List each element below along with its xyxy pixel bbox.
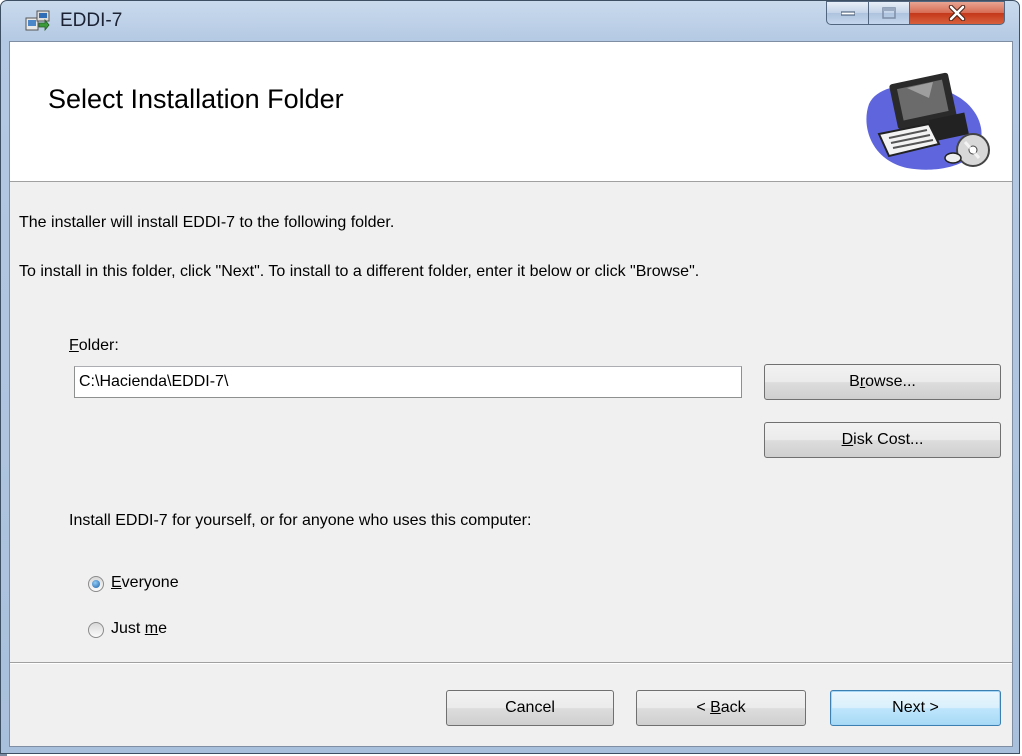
instruction-text: To install in this folder, click "Next".…: [19, 263, 700, 280]
install-scope-text: Install EDDI-7 for yourself, or for anyo…: [69, 512, 532, 529]
dialog-client-area: Select Installation Folder The installer…: [9, 41, 1013, 747]
folder-path-field[interactable]: [74, 366, 742, 398]
installer-app-icon: [25, 10, 50, 32]
computer-install-graphic: [866, 72, 990, 170]
installer-window: EDDI-7 Select Installation Folder The in…: [0, 0, 1020, 754]
close-button[interactable]: [909, 1, 1005, 25]
minimize-button[interactable]: [826, 1, 869, 25]
close-icon: [948, 5, 966, 21]
header-banner: Select Installation Folder: [10, 42, 1012, 182]
browse-button[interactable]: Br owse...: [764, 364, 1001, 400]
maximize-button[interactable]: [868, 1, 910, 25]
minimize-icon: [840, 11, 855, 16]
page-title: Select Installation Folder: [48, 84, 344, 114]
footer-separator: [10, 662, 1012, 664]
intro-text: The installer will install EDDI-7 to the…: [19, 214, 395, 231]
radio-everyone-label[interactable]: Everyone: [111, 574, 179, 592]
window-title: EDDI-7: [60, 10, 123, 31]
radio-just-me-label[interactable]: Just me: [111, 620, 167, 638]
radio-just-me[interactable]: [88, 622, 104, 638]
back-button[interactable]: < Back: [636, 690, 806, 726]
radio-everyone[interactable]: [88, 576, 104, 592]
disk-cost-button[interactable]: Disk Cost...: [764, 422, 1001, 458]
maximize-icon: [882, 7, 896, 19]
title-bar[interactable]: EDDI-7: [1, 1, 1019, 41]
folder-path-input[interactable]: [75, 367, 741, 397]
next-button[interactable]: Next >: [830, 690, 1001, 726]
folder-label: Folder:: [69, 337, 119, 354]
cancel-button[interactable]: Cancel: [446, 690, 614, 726]
